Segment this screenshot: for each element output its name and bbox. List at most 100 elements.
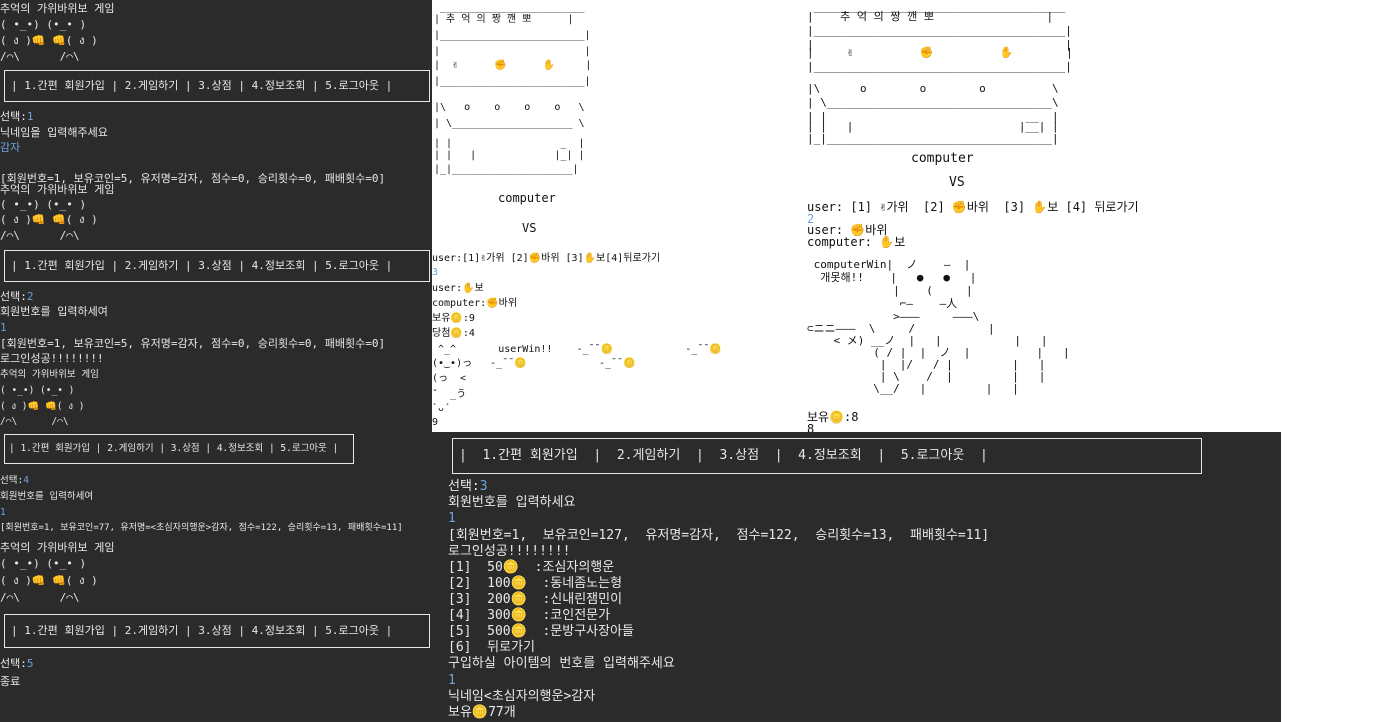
trailing-output: 9: [432, 417, 439, 428]
shop-item[interactable]: [1] 50🪙 :조심자의행운: [448, 560, 614, 576]
ascii-art-line: ( ง )👊 👊( ง ): [0, 574, 98, 587]
win-art-line: (っ <: [432, 373, 467, 384]
shop-item[interactable]: [4] 300🪙 :코인전문가: [448, 608, 610, 624]
vs-label: VS: [522, 221, 537, 235]
select-input[interactable]: 5: [27, 657, 34, 670]
machine-line: |______________________________________|: [807, 60, 1072, 73]
machine-line: |_|__________________________________|: [807, 132, 1059, 145]
computer-choice: computer: ✋보: [807, 235, 906, 249]
ascii-art-line: ( •_•) (•_• ): [0, 198, 87, 211]
machine-line: |______________________________________|: [807, 24, 1072, 37]
user-choice-menu[interactable]: user:[1]✌가위 [2]✊바위 [3]✋보[4]뒤로가기: [432, 252, 660, 265]
ascii-art-line: ( ง )👊 👊( ง ): [0, 34, 98, 47]
select-input[interactable]: 1: [27, 110, 34, 123]
console-middle: ________________________ | 추 억 의 짱 깬 뽀 |…: [432, 0, 807, 432]
select-input[interactable]: 3: [480, 479, 488, 494]
main-menu-box: | 1.간편 회원가입 | 2.게임하기 | 3.상점 | 4.정보조회 | 5…: [4, 70, 430, 102]
win-art-line: ˇ _う: [432, 389, 467, 400]
console-bottom: | 1.간편 회원가입 | 2.게임하기 | 3.상점 | 4.정보조회 | 5…: [432, 432, 1281, 722]
prompt-text: 닉네임을 입력해주세요: [0, 126, 108, 139]
machine-line: | 추 억 의 짱 깬 뽀 |: [434, 14, 574, 25]
user-input[interactable]: 1: [0, 321, 7, 335]
login-success: 로그인성공!!!!!!!!: [0, 352, 104, 365]
prompt-text: 회원번호를 입력하세요: [448, 495, 576, 510]
ascii-art-line: /⌒\ /⌒\: [0, 591, 80, 604]
computer-choice: computer:✊바위: [432, 298, 518, 309]
game-title: 추억의 가위바위보 게임: [0, 2, 115, 15]
shop-item[interactable]: [3] 200🪙 :신내린잼민이: [448, 592, 622, 608]
vs-label: VS: [949, 175, 965, 190]
select-input[interactable]: 4: [23, 475, 29, 486]
nickname-result: 닉네임<초심자의행운>감자: [448, 689, 596, 704]
game-title: 추억의 가위바위보 게임: [0, 183, 115, 196]
user-choice-menu[interactable]: user: [1] ✌가위 [2] ✊바위 [3] ✋보 [4] 뒤로가기: [807, 200, 1139, 214]
member-info: [회원번호=1, 보유코인=77, 유저명=<초심자의행운>감자, 점수=122…: [0, 523, 403, 533]
coin-balance: 보유🪙:9: [432, 313, 475, 324]
user-input[interactable]: 1: [0, 506, 6, 520]
main-menu-box: | 1.간편 회원가입 | 2.게임하기 | 3.상점 | 4.정보조회 | 5…: [4, 434, 354, 464]
game-title: 추억의 가위바위보 게임: [0, 541, 115, 554]
machine-line: | ✌ ✊ ✋ |: [807, 46, 1073, 59]
trailing-output: 8: [807, 422, 815, 432]
main-menu-box: | 1.간편 회원가입 | 2.게임하기 | 3.상점 | 4.정보조회 | 5…: [4, 614, 430, 648]
ascii-art-line: ( •_•) (•_• ): [0, 18, 87, 31]
user-input[interactable]: 1: [448, 511, 456, 527]
ascii-art-line: ( ง )👊 👊( ง ): [0, 213, 98, 226]
main-menu[interactable]: | 1.간편 회원가입 | 2.게임하기 | 3.상점 | 4.정보조회 | 5…: [9, 442, 338, 456]
machine-line: |________________________|: [434, 30, 591, 41]
shop-item[interactable]: [5] 500🪙 :문방구사장아들: [448, 624, 634, 640]
main-menu[interactable]: | 1.간편 회원가입 | 2.게임하기 | 3.상점 | 4.정보조회 | 5…: [11, 624, 392, 638]
exit-text: 종료: [0, 675, 21, 688]
machine-line: |________________________|: [434, 76, 591, 87]
main-menu-box: | 1.간편 회원가입 | 2.게임하기 | 3.상점 | 4.정보조회 | 5…: [4, 250, 430, 282]
win-art-line: (•‿•)っ -_¯¯🪙 -_¯¯🪙: [432, 358, 636, 369]
select-label: 선택:: [0, 657, 27, 670]
ascii-art-line: /⌒\ /⌒\: [0, 50, 80, 63]
lose-art-line: 개못해!! | ● ● |: [807, 271, 977, 284]
select-label: 선택:: [0, 475, 24, 486]
prompt-text: 회원번호를 입력하세여: [0, 305, 108, 318]
ascii-art-line: ( •_•) (•_• ): [0, 557, 87, 570]
machine-line: |\ o o o o \: [434, 102, 585, 113]
ascii-art-line: ( •_•) (•_• ): [0, 385, 75, 396]
console-left: 추억의 가위바위보 게임 ( •_•) (•_• ) ( ง )👊 👊( ง )…: [0, 0, 432, 722]
main-menu[interactable]: | 1.간편 회원가입 | 2.게임하기 | 3.상점 | 4.정보조회 | 5…: [11, 79, 392, 93]
vending-machine-art: ________________________ | 추 억 의 짱 깬 뽀 |…: [434, 0, 634, 180]
shop-item[interactable]: [2] 100🪙 :동네좀노는형: [448, 576, 622, 592]
select-input[interactable]: 2: [27, 290, 34, 303]
buy-prompt: 구입하실 아이템의 번호를 입력해주세요: [448, 656, 675, 671]
select-label: 선택:: [0, 290, 27, 303]
main-menu-box: | 1.간편 회원가입 | 2.게임하기 | 3.상점 | 4.정보조회 | 5…: [452, 438, 1202, 474]
machine-line: | 추 억 의 짱 깬 뽀 |: [807, 10, 1054, 23]
main-menu[interactable]: | 1.간편 회원가입 | 2.게임하기 | 3.상점 | 4.정보조회 | 5…: [11, 259, 392, 273]
machine-line: |\ o o o \: [807, 82, 1059, 95]
member-info: [회원번호=1, 보유코인=5, 유저명=감자, 점수=0, 승리횟수=0, 패…: [0, 337, 386, 350]
user-choice: user:✋보: [432, 283, 484, 294]
user-input[interactable]: 감자: [0, 141, 20, 155]
coin-balance: 보유🪙:8: [807, 410, 859, 424]
ascii-art-line: /⌒\ /⌒\: [0, 229, 80, 242]
shop-item-back[interactable]: [6] 뒤로가기: [448, 640, 535, 656]
machine-line: | \____________________ \: [434, 118, 585, 129]
lose-art-line: computerWin| ノ — |: [807, 258, 971, 271]
prize-coins: 당첨🪙:4: [432, 328, 475, 339]
win-art-line: `ᴗ´: [432, 403, 451, 414]
member-info: [회원번호=1, 보유코인=127, 유저명=감자, 점수=122, 승리횟수=…: [448, 528, 990, 543]
game-title: 추억의 가위바위보 게임: [0, 369, 99, 380]
lose-art-line: ⌐— —人: [807, 297, 958, 310]
computer-label: computer: [498, 191, 556, 205]
ascii-art-line: /⌒\ /⌒\: [0, 416, 69, 427]
user-input[interactable]: 3: [432, 266, 438, 279]
main-menu[interactable]: | 1.간편 회원가입 | 2.게임하기 | 3.상점 | 4.정보조회 | 5…: [459, 448, 988, 464]
remaining-coins: 보유🪙77개: [448, 705, 516, 720]
machine-line: |_|____________________|: [434, 164, 579, 175]
ascii-art-line: ( ง )👊 👊( ง ): [0, 401, 85, 412]
console-right: ______________________________________ |…: [807, 0, 1281, 432]
computer-label: computer: [911, 151, 974, 166]
buy-input[interactable]: 1: [448, 673, 456, 689]
machine-line: | ✌ ✊ ✋ |: [434, 60, 592, 71]
lose-art-line: | ( |: [807, 284, 973, 297]
win-art-line: ^_^ userWin!! -_¯¯🪙 -_¯¯🪙: [432, 344, 722, 355]
lose-art: computerWin| ノ — | 개못해!! | ● ● | | ( | ⌐…: [807, 258, 1277, 398]
login-success: 로그인성공!!!!!!!!: [448, 544, 571, 559]
